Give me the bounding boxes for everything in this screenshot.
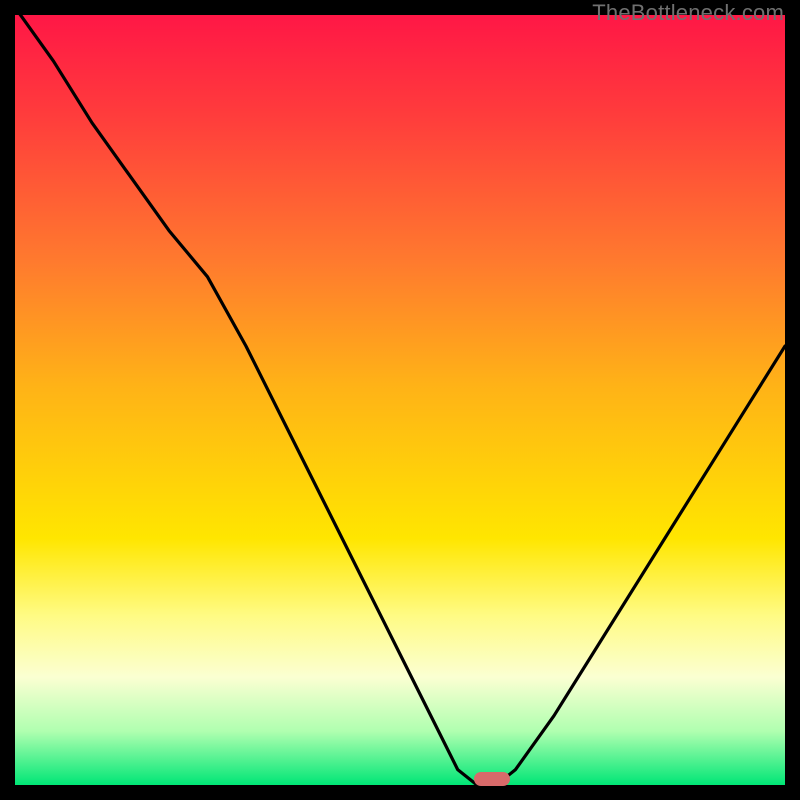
plot-area — [15, 15, 785, 785]
optimal-marker — [474, 772, 510, 786]
curve-path — [15, 15, 785, 785]
bottleneck-curve — [15, 15, 785, 785]
chart-stage: TheBottleneck.com — [0, 0, 800, 800]
watermark-text: TheBottleneck.com — [592, 0, 784, 26]
